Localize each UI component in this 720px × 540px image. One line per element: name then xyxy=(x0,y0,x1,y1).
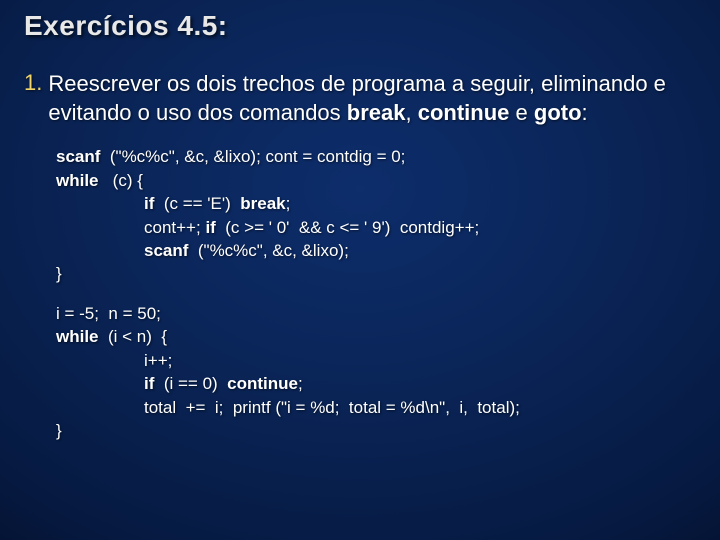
kw-goto: goto xyxy=(534,100,582,125)
code-line: scanf ("%c%c", &c, &lixo); xyxy=(56,239,696,262)
kw-continue-code: continue xyxy=(227,374,298,393)
item-body: Reescrever os dois trechos de programa a… xyxy=(48,70,696,127)
kw-while: while xyxy=(56,171,99,190)
code-text: ("%c%c", &c, &lixo); xyxy=(188,241,348,260)
code-text: (i == 0) xyxy=(154,374,227,393)
sep2: e xyxy=(509,100,533,125)
code-text: cont++; xyxy=(144,218,205,237)
exercise-item: 1. Reescrever os dois trechos de program… xyxy=(24,70,696,127)
code-block-1: scanf ("%c%c", &c, &lixo); cont = contdi… xyxy=(56,145,696,286)
code-line: i++; xyxy=(56,349,696,372)
code-line: } xyxy=(56,262,696,285)
code-block-2: i = -5; n = 50; while (i < n) { i++; if … xyxy=(56,302,696,443)
code-text: (c >= ' 0' && c <= ' 9') contdig++; xyxy=(216,218,479,237)
code-line: total += i; printf ("i = %d; total = %d\… xyxy=(56,396,696,419)
item-number: 1. xyxy=(24,70,42,96)
code-text: ("%c%c", &c, &lixo); cont = contdig = 0; xyxy=(100,147,405,166)
code-line: cont++; if (c >= ' 0' && c <= ' 9') cont… xyxy=(56,216,696,239)
code-line: if (i == 0) continue; xyxy=(56,372,696,395)
page-title: Exercícios 4.5: xyxy=(24,10,696,42)
code-line: } xyxy=(56,419,696,442)
kw-if: if xyxy=(205,218,215,237)
sep1: , xyxy=(406,100,418,125)
code-line: while (i < n) { xyxy=(56,325,696,348)
code-line: while (c) { xyxy=(56,169,696,192)
code-text: (i < n) { xyxy=(99,327,168,346)
code-text: (c) { xyxy=(99,171,143,190)
kw-scanf: scanf xyxy=(144,241,188,260)
kw-if: if xyxy=(144,374,154,393)
code-text: (c == 'E') xyxy=(154,194,240,213)
code-text: ; xyxy=(298,374,303,393)
code-line: scanf ("%c%c", &c, &lixo); cont = contdi… xyxy=(56,145,696,168)
code-line: i = -5; n = 50; xyxy=(56,302,696,325)
code-text: ; xyxy=(286,194,291,213)
kw-continue: continue xyxy=(418,100,510,125)
body-end: : xyxy=(582,100,588,125)
kw-while: while xyxy=(56,327,99,346)
kw-break-code: break xyxy=(240,194,285,213)
kw-break: break xyxy=(347,100,406,125)
slide: Exercícios 4.5: 1. Reescrever os dois tr… xyxy=(0,0,720,540)
kw-scanf: scanf xyxy=(56,147,100,166)
code-line: if (c == 'E') break; xyxy=(56,192,696,215)
kw-if: if xyxy=(144,194,154,213)
